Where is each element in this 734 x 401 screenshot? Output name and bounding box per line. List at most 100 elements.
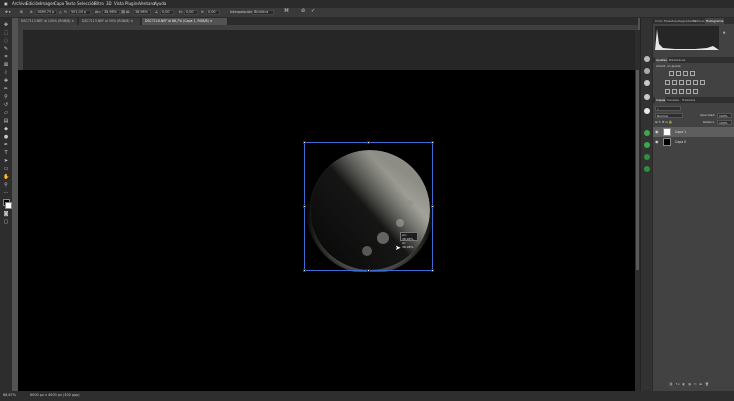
more-tools-icon[interactable]: ⋯ — [3, 190, 9, 196]
menu-vista[interactable]: Vista — [114, 1, 124, 7]
path-selection-tool-icon[interactable]: ➤ — [3, 158, 9, 164]
brightness-adjustment-icon[interactable] — [669, 71, 674, 76]
move-tool-preset-icon[interactable]: ✥ ▾ — [5, 10, 11, 15]
tab-color[interactable]: Color — [655, 18, 663, 24]
black-white-adjustment-icon[interactable] — [686, 80, 691, 85]
type-tool-icon[interactable]: T — [3, 150, 9, 156]
eyedropper-tool-icon[interactable]: ⌇ — [3, 70, 9, 76]
properties-panel-icon[interactable] — [644, 68, 650, 74]
transform-handle-right[interactable] — [431, 205, 434, 208]
learn-panel-icon[interactable] — [644, 94, 650, 100]
invert-adjustment-icon[interactable] — [665, 89, 670, 94]
marquee-tool-icon[interactable]: ⬚ — [3, 30, 9, 36]
menu-filtro[interactable]: Filtro — [94, 1, 104, 7]
plugin-panel-icon-2[interactable] — [644, 142, 650, 148]
transform-handle-left[interactable] — [303, 205, 306, 208]
threshold-adjustment-icon[interactable] — [679, 89, 684, 94]
pen-tool-icon[interactable]: ✒ — [3, 142, 9, 148]
histogram-warning-icon[interactable]: ▲ — [723, 30, 725, 35]
visibility-eye-icon[interactable]: ◉ — [655, 127, 659, 137]
quick-mask-icon[interactable]: ◙ — [3, 211, 9, 217]
eraser-tool-icon[interactable]: ▱ — [3, 110, 9, 116]
visibility-eye-icon[interactable]: ◉ — [655, 137, 659, 147]
menu-capa[interactable]: Capa — [54, 1, 64, 7]
blend-mode-select[interactable]: Normal — [655, 113, 683, 118]
frame-tool-icon[interactable]: ⊠ — [3, 62, 9, 68]
exposure-adjustment-icon[interactable] — [690, 71, 695, 76]
transform-handle-bottom[interactable] — [367, 269, 370, 272]
menu-ayuda[interactable]: Ayuda — [154, 1, 166, 7]
menu-plugins[interactable]: Plugins — [125, 1, 139, 7]
y-field[interactable]: 501,00 p — [69, 10, 91, 15]
cancel-icon[interactable]: ⊘ — [301, 9, 305, 14]
zoom-tool-icon[interactable]: ⚲ — [3, 182, 9, 188]
brush-tool-icon[interactable]: ✏ — [3, 86, 9, 92]
reference-point-icon[interactable]: ⊞ — [20, 10, 23, 15]
layer-row-capa-1[interactable]: ◉ Capa 1 — [653, 127, 734, 137]
menu-imagen[interactable]: Imagen — [40, 1, 55, 7]
transform-handle-top-left[interactable] — [303, 141, 306, 144]
plugin-panel-icon-1[interactable] — [644, 130, 650, 136]
tab-histogram[interactable]: Histograma — [705, 18, 725, 24]
selective-color-adjustment-icon[interactable] — [686, 89, 691, 94]
ps-logo-icon[interactable]: ▣ — [4, 1, 8, 7]
link-icon[interactable]: ⛓ — [121, 10, 125, 15]
warp-icon[interactable]: ⌘ — [284, 9, 289, 14]
height-field[interactable]: 38,98% — [133, 10, 151, 15]
tab-patterns[interactable]: Motivos — [693, 18, 705, 24]
plugin-panel-icon-3[interactable] — [644, 154, 650, 160]
menu-texto[interactable]: Texto — [65, 1, 76, 7]
brush-panel-icon[interactable] — [644, 108, 650, 114]
tab-document-3[interactable]: DSC7116.NEF al 66,7% (Capa 1, RGB/8) × — [142, 18, 228, 25]
move-tool-icon[interactable]: ✥ — [3, 22, 9, 28]
blur-tool-icon[interactable]: ◆ — [3, 126, 9, 132]
transform-handle-top[interactable] — [367, 141, 370, 144]
hue-saturation-adjustment-icon[interactable] — [672, 80, 677, 85]
transform-handle-top-right[interactable] — [431, 141, 434, 144]
color-balance-adjustment-icon[interactable] — [679, 80, 684, 85]
tab-paths[interactable]: Trazados — [682, 97, 695, 103]
interpolation-select[interactable]: Bicúbica — [252, 10, 274, 15]
hskew-field[interactable]: 0,00 — [184, 10, 198, 15]
tab-libraries[interactable]: Bibliotecas — [669, 57, 685, 63]
screen-mode-icon[interactable]: ▢ — [3, 219, 9, 225]
tab-document-2[interactable]: DSC7113.NEF al 50% (RGB/8) × — [79, 18, 141, 25]
fill-field[interactable]: 100% — [717, 120, 732, 125]
layer-actions-icons[interactable]: ⛓ fx ◐ ◑ ▭ ⊞ 🗑 — [669, 382, 710, 387]
zoom-level[interactable]: 66,67% — [3, 393, 16, 398]
free-transform-box[interactable] — [303, 141, 434, 272]
menu-3d[interactable]: 3D — [106, 1, 112, 7]
layer-name[interactable]: Capa 0 — [675, 137, 686, 147]
document-info[interactable]: 6000 px x 4000 px (300 ppp) — [30, 393, 80, 398]
tab-channels[interactable]: Canales — [667, 97, 679, 103]
levels-adjustment-icon[interactable] — [676, 71, 681, 76]
comments-panel-icon[interactable] — [644, 80, 650, 86]
channel-mixer-adjustment-icon[interactable] — [700, 80, 705, 85]
quick-select-tool-icon[interactable]: ✎ — [3, 46, 9, 52]
tab-swatches[interactable]: Muestras — [664, 18, 678, 24]
hand-tool-icon[interactable]: ✋ — [3, 174, 9, 180]
background-color-swatch[interactable] — [5, 202, 12, 209]
vskew-field[interactable]: 0,00 — [206, 10, 220, 15]
width-field[interactable]: 38,98% — [102, 10, 120, 15]
angle-field[interactable]: 0,00 — [160, 10, 174, 15]
gradient-map-adjustment-icon[interactable] — [693, 89, 698, 94]
lock-icons[interactable]: ⊞ ✎ ✥ ⊡ 🔒 — [655, 120, 673, 125]
history-panel-icon[interactable] — [644, 56, 650, 62]
transform-handle-bottom-left[interactable] — [303, 269, 306, 272]
clone-stamp-tool-icon[interactable]: ⚲ — [3, 94, 9, 100]
tab-adjustments[interactable]: Ajustes — [655, 57, 668, 63]
menu-edicion[interactable]: Edición — [26, 1, 40, 7]
menu-archivo[interactable]: Archivo — [12, 1, 27, 7]
history-brush-tool-icon[interactable]: ↺ — [3, 102, 9, 108]
layer-filter-select[interactable]: ⌕ — [655, 106, 681, 111]
lasso-tool-icon[interactable]: ◌ — [3, 38, 9, 44]
curves-adjustment-icon[interactable] — [683, 71, 688, 76]
dodge-tool-icon[interactable]: ● — [3, 134, 9, 140]
layer-name[interactable]: Capa 1 — [675, 127, 686, 137]
opacity-field[interactable]: 100% — [717, 113, 732, 118]
crop-tool-icon[interactable]: ⌗ — [3, 54, 9, 60]
delta-icon[interactable]: △ — [59, 10, 62, 15]
gradient-tool-icon[interactable]: ▤ — [3, 118, 9, 124]
plugin-panel-icon-4[interactable] — [644, 166, 650, 172]
